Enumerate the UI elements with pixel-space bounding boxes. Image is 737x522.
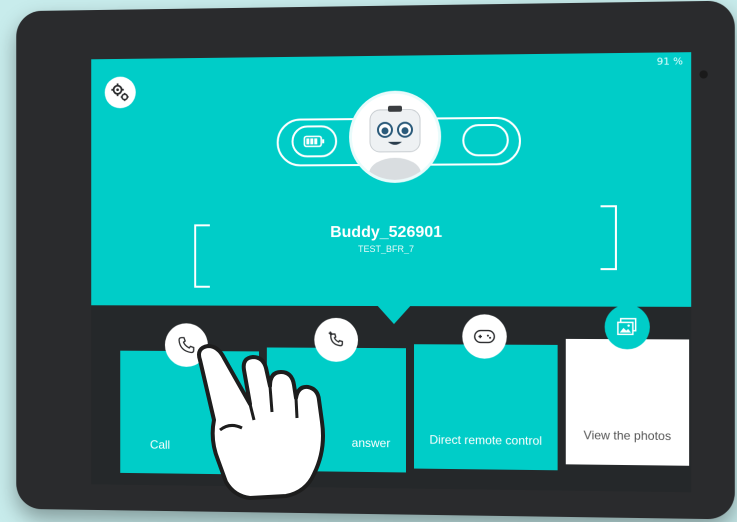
remote-control-label: Direct remote control: [429, 433, 542, 448]
robot-header: 91 % Buddy_526901 TEST_BFR_7: [91, 52, 691, 307]
call-label: Call: [150, 438, 170, 452]
app-screen: 91 % Buddy_526901 TEST_BFR_7 Call answer…: [91, 52, 691, 492]
battery-button[interactable]: [292, 125, 338, 157]
view-photos-icon-circle: [605, 305, 650, 350]
remote-control-icon-circle: [462, 314, 506, 358]
photos-icon: [616, 317, 639, 337]
camera-dot: [699, 70, 707, 78]
pointing-hand-icon: [190, 300, 350, 500]
remote-control-tile[interactable]: Direct remote control: [414, 344, 558, 470]
call-auto-answer-label: answer: [352, 436, 391, 450]
battery-level-text: 91 %: [657, 56, 683, 67]
gamepad-icon: [473, 328, 495, 344]
header-pointer-arrow: [376, 304, 412, 324]
robot-id: TEST_BFR_7: [91, 244, 691, 254]
battery-icon: [303, 135, 325, 147]
gears-icon: [110, 82, 131, 104]
settings-button[interactable]: [105, 77, 136, 109]
tablet-frame: 91 % Buddy_526901 TEST_BFR_7 Call answer…: [16, 1, 735, 520]
view-photos-label: View the photos: [584, 428, 672, 443]
view-photos-tile[interactable]: View the photos: [566, 339, 689, 466]
robot-name: Buddy_526901: [91, 223, 691, 242]
robot-avatar: [352, 93, 438, 180]
robot-face-icon: [352, 93, 438, 180]
toggle-button[interactable]: [462, 124, 509, 157]
